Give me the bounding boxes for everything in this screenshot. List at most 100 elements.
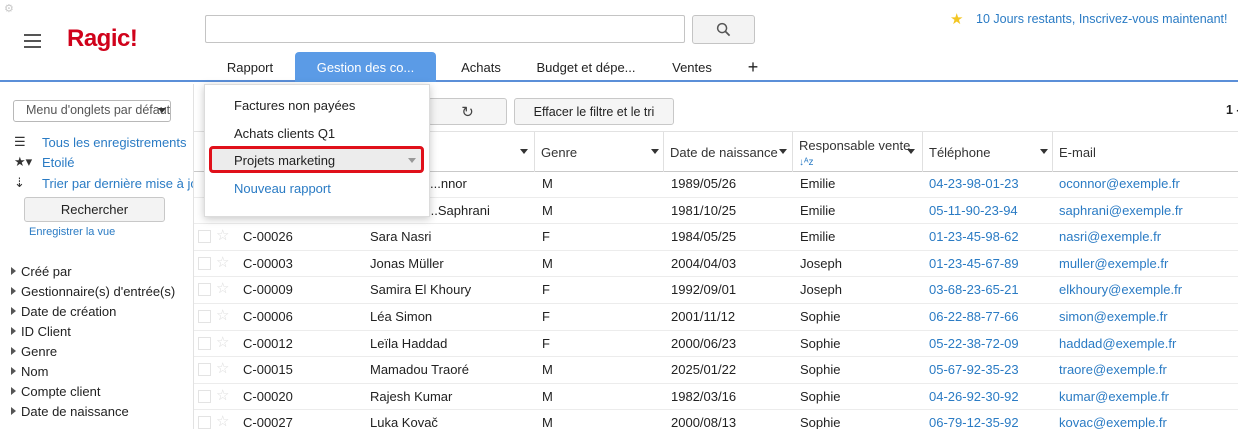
tab-budget[interactable]: Budget et dépe... [526, 52, 646, 82]
cell-client-id[interactable]: C-00027 [243, 410, 293, 429]
table-row[interactable]: ☆ C-00026 Sara Nasri F 1984/05/25 Emilie… [194, 224, 1238, 251]
tab-achats[interactable]: Achats [436, 52, 526, 82]
filter-client-id[interactable]: ID Client [11, 324, 71, 339]
clear-filter-sort-button[interactable]: Effacer le filtre et le tri [514, 98, 674, 125]
cell-email[interactable]: saphrani@exemple.fr [1059, 198, 1183, 224]
table-row[interactable]: ☆ C-00003 Jonas Müller M 2004/04/03 Jose… [194, 251, 1238, 278]
search-records-button[interactable]: Rechercher [24, 197, 165, 222]
cell-email[interactable]: simon@exemple.fr [1059, 304, 1168, 330]
hamburger-menu-icon[interactable] [24, 34, 41, 52]
filter-label: Nom [21, 364, 49, 379]
column-header-label: Date de naissance [670, 144, 778, 160]
cell-phone[interactable]: 01-23-45-98-62 [929, 224, 1019, 250]
cell-sales-rep: Sophie [800, 335, 841, 351]
cell-sales-rep: Emilie [800, 202, 836, 218]
column-header-birth-date[interactable]: Date de naissance [663, 132, 792, 172]
cell-phone[interactable]: 04-26-92-30-92 [929, 384, 1019, 410]
cell-client-id[interactable]: C-00012 [243, 331, 293, 357]
sort-ascending-icon[interactable]: ↓ᴬz [799, 157, 814, 168]
sidebar-link-label: Tous les enregistrements [42, 134, 187, 150]
column-header-phone[interactable]: Téléphone [922, 132, 1052, 172]
cell-client-id[interactable]: C-00026 [243, 224, 293, 250]
column-header-genre[interactable]: Genre [534, 132, 663, 172]
cell-phone[interactable]: 05-11-90-23-94 [929, 198, 1018, 224]
sidebar-link-all-records[interactable]: ☰ Tous les enregistrements [14, 134, 187, 150]
expand-arrow-icon [11, 367, 16, 375]
cell-client-id[interactable]: C-00015 [243, 357, 293, 383]
cell-email[interactable]: kumar@exemple.fr [1059, 384, 1169, 410]
column-header-sales-rep[interactable]: Responsable vente ↓ᴬz [792, 132, 922, 172]
row-star-icon[interactable]: ☆ [216, 306, 229, 324]
cell-phone[interactable]: 01-23-45-67-89 [929, 251, 1019, 277]
row-star-icon[interactable]: ☆ [216, 333, 229, 351]
filter-entry-managers[interactable]: Gestionnaire(s) d'entrée(s) [11, 284, 175, 299]
search-button[interactable] [692, 15, 755, 44]
row-star-icon[interactable]: ☆ [216, 226, 229, 244]
row-checkbox[interactable] [198, 230, 211, 244]
row-checkbox[interactable] [198, 310, 211, 323]
new-report-link[interactable]: Nouveau rapport [234, 181, 331, 196]
row-star-icon[interactable]: ☆ [216, 253, 229, 271]
cell-email[interactable]: muller@exemple.fr [1059, 251, 1168, 277]
filter-creation-date[interactable]: Date de création [11, 304, 116, 319]
cell-phone[interactable]: 03-68-23-65-21 [929, 277, 1019, 303]
table-row[interactable]: ☆ C-00020 Rajesh Kumar M 1982/03/16 Soph… [194, 384, 1238, 411]
cell-email[interactable]: traore@exemple.fr [1059, 357, 1167, 383]
table-row[interactable]: ☆ C-00006 Léa Simon F 2001/11/12 Sophie … [194, 304, 1238, 331]
row-star-icon[interactable]: ☆ [216, 386, 229, 404]
row-checkbox[interactable] [198, 416, 211, 429]
cell-client-id[interactable]: C-00020 [243, 384, 293, 410]
refresh-button[interactable]: ↻ [428, 98, 507, 125]
cell-client-id[interactable]: C-00003 [243, 251, 293, 277]
table-row[interactable]: ☆ C-00027 Luka Kovač M 2000/08/13 Sophie… [194, 410, 1238, 429]
row-checkbox[interactable] [198, 336, 211, 350]
tab-menu-select[interactable]: Menu d'onglets par défaut [13, 100, 171, 122]
filter-created-by[interactable]: Créé par [11, 264, 72, 279]
sidebar-link-starred[interactable]: ★▾ Etoilé [14, 154, 75, 170]
column-menu-icon [779, 149, 787, 154]
cell-email[interactable]: elkhoury@exemple.fr [1059, 277, 1182, 303]
row-star-icon[interactable]: ☆ [216, 412, 229, 429]
cell-name: Luka Kovač [370, 415, 438, 429]
cell-email[interactable]: nasri@exemple.fr [1059, 224, 1161, 250]
cell-email[interactable]: kovac@exemple.fr [1059, 410, 1167, 429]
ragic-logo[interactable]: Ragic! [67, 25, 138, 53]
filter-birth-date[interactable]: Date de naissance [11, 404, 129, 419]
cell-phone[interactable]: 06-22-88-77-66 [929, 304, 1019, 330]
cell-phone[interactable]: 05-67-92-35-23 [929, 357, 1019, 383]
cell-email[interactable]: haddad@exemple.fr [1059, 331, 1176, 357]
filter-nom[interactable]: Nom [11, 364, 48, 379]
table-row[interactable]: ☆ C-00015 Mamadou Traoré M 2025/01/22 So… [194, 357, 1238, 384]
menu-item-marketing-projects[interactable]: Projets marketing [234, 153, 335, 168]
column-header-email[interactable]: E-mail [1052, 132, 1238, 172]
menu-item-unpaid-invoices[interactable]: Factures non payées [234, 98, 355, 113]
table-row[interactable]: ☆ C-00009 Samira El Khoury F 1992/09/01 … [194, 277, 1238, 304]
cell-phone[interactable]: 05-22-38-72-09 [929, 331, 1019, 357]
cell-phone[interactable]: 06-79-12-35-92 [929, 410, 1019, 429]
add-tab-button[interactable]: + [738, 52, 768, 82]
menu-item-q1-client-purchases[interactable]: Achats clients Q1 [234, 126, 335, 141]
row-checkbox[interactable] [198, 283, 211, 297]
tab-ventes[interactable]: Ventes [646, 52, 738, 82]
save-view-link[interactable]: Enregistrer la vue [29, 226, 115, 238]
table-row[interactable]: ☆ C-00012 Leïla Haddad F 2000/06/23 Soph… [194, 331, 1238, 358]
row-checkbox[interactable] [198, 363, 211, 377]
tab-rapport[interactable]: Rapport [205, 52, 295, 82]
cell-client-id[interactable]: C-00009 [243, 277, 293, 303]
filter-genre[interactable]: Genre [11, 344, 57, 359]
row-star-icon[interactable]: ☆ [216, 359, 229, 377]
global-search-input[interactable] [205, 15, 685, 43]
cell-client-id[interactable]: C-00006 [243, 304, 293, 330]
row-checkbox[interactable] [198, 256, 211, 270]
sidebar-link-sort-updated[interactable]: ⇣ Trier par dernière mise à jour [14, 175, 193, 191]
trial-signup-link[interactable]: 10 Jours restants, Inscrivez-vous mainte… [976, 12, 1228, 26]
row-checkbox[interactable] [198, 389, 211, 403]
settings-gear-icon[interactable]: ⚙ [4, 2, 14, 15]
filter-client-account[interactable]: Compte client [11, 384, 100, 399]
cell-phone[interactable]: 04-23-98-01-23 [929, 171, 1019, 197]
tab-gestion-des-contacts[interactable]: Gestion des co... [295, 52, 436, 82]
cell-genre: M [542, 388, 553, 404]
row-star-icon[interactable]: ☆ [216, 279, 229, 297]
cell-email[interactable]: oconnor@exemple.fr [1059, 171, 1180, 197]
cell-birth-date: 2001/11/12 [671, 309, 736, 324]
